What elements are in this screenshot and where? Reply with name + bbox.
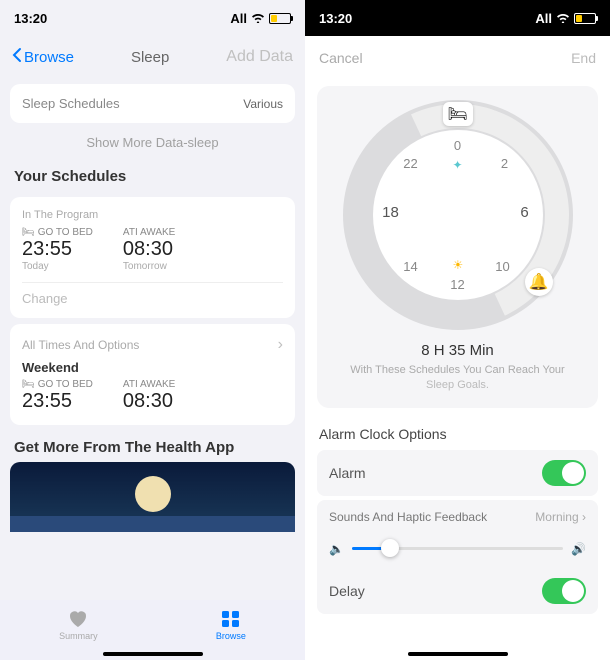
alarm-toggle[interactable] [542, 460, 586, 486]
wifi-icon [251, 11, 265, 26]
chevron-right-icon: › [278, 336, 283, 354]
delay-label: Delay [329, 583, 365, 599]
tab-bar: Summary Browse [0, 600, 305, 660]
night-icon: ✦ [453, 158, 463, 172]
home-indicator[interactable] [408, 652, 508, 656]
sounds-row[interactable]: Sounds And Haptic Feedback Morning › [317, 500, 598, 534]
program-label: In The Program [22, 209, 283, 221]
heart-icon [67, 609, 89, 629]
volume-slider[interactable] [352, 547, 563, 550]
weekend-schedule-card[interactable]: All Times And Options › Weekend 🛏GO TO B… [10, 324, 295, 425]
cancel-button[interactable]: Cancel [319, 50, 363, 66]
status-icons: All [230, 11, 291, 26]
tab-browse[interactable]: Browse [216, 609, 246, 641]
nav-title: Sleep [131, 49, 169, 66]
home-indicator[interactable] [103, 652, 203, 656]
weekend-label: Weekend [22, 360, 283, 375]
weekend-bed-time: 23:55 [22, 390, 93, 413]
health-section-title: Get More From The Health App [0, 431, 305, 462]
bed-icon: 🛏 [22, 379, 35, 390]
your-schedules-title: Your Schedules [0, 156, 305, 191]
delay-toggle[interactable] [542, 578, 586, 604]
back-button[interactable]: Browse [12, 47, 74, 67]
nav-bar: Browse Sleep Add Data [0, 36, 305, 78]
moon-icon [135, 476, 171, 512]
chevron-left-icon [12, 47, 22, 67]
chevron-right-icon: › [582, 510, 586, 524]
bed-icon: 🛏 [447, 104, 467, 124]
end-button[interactable]: End [571, 50, 596, 66]
sleep-clock-ring[interactable]: 0 2 6 10 12 14 18 22 ✦ ☀ 🛏 🔔 [343, 100, 573, 330]
right-screen: 13:20 All Cancel End 0 2 6 10 12 14 18 2… [305, 0, 610, 660]
left-screen: 13:20 All Browse Sleep Add Data Sleep Sc… [0, 0, 305, 660]
program-bed-day: Today [22, 261, 93, 272]
alarm-label: Alarm [329, 465, 366, 481]
program-bed-time: 23:55 [22, 238, 93, 261]
wake-label: ATI AWAKE [123, 227, 175, 238]
program-wake-time: 08:30 [123, 238, 175, 261]
sleep-schedules-card[interactable]: Sleep Schedules Various [10, 84, 295, 123]
alarm-options-title: Alarm Clock Options [305, 416, 610, 446]
sleep-schedules-label: Sleep Schedules [22, 96, 120, 111]
clock-card: 0 2 6 10 12 14 18 22 ✦ ☀ 🛏 🔔 8 H 35 Min … [317, 86, 598, 408]
back-label: Browse [24, 49, 74, 66]
status-time: 13:20 [14, 11, 47, 26]
status-bar-right: 13:20 All [305, 0, 610, 36]
carrier-label: All [230, 11, 247, 26]
status-bar-left: 13:20 All [0, 0, 305, 36]
sheet-header: Cancel End [305, 38, 610, 78]
sounds-label: Sounds And Haptic Feedback [329, 510, 487, 524]
program-schedule-card: In The Program 🛏GO TO BED 23:55 Today AT… [10, 197, 295, 318]
wake-handle[interactable]: 🔔 [525, 268, 553, 296]
add-data-button[interactable]: Add Data [226, 48, 293, 66]
bed-icon: 🛏 [22, 227, 35, 238]
bell-icon: 🔔 [529, 272, 549, 292]
speaker-high-icon: 🔊 [571, 542, 586, 556]
status-time: 13:20 [319, 11, 352, 26]
grid-icon [220, 609, 242, 629]
sleep-schedules-value: Various [243, 97, 283, 111]
delay-row: Delay [317, 568, 598, 614]
battery-icon [574, 13, 596, 24]
show-more-link[interactable]: Show More Data-sleep [0, 129, 305, 156]
bedtime-handle[interactable]: 🛏 [443, 102, 473, 126]
program-wake-day: Tomorrow [123, 261, 175, 272]
wifi-icon [556, 11, 570, 26]
weekend-wake-time: 08:30 [123, 390, 175, 413]
carrier-label: All [535, 11, 552, 26]
alarm-row: Alarm [317, 450, 598, 496]
health-promo-image[interactable] [10, 462, 295, 532]
speaker-low-icon: 🔈 [329, 542, 344, 556]
tab-summary[interactable]: Summary [59, 609, 98, 641]
battery-icon [269, 13, 291, 24]
duration-subtitle: With These Schedules You Can Reach Your … [331, 363, 584, 394]
wake-label: ATI AWAKE [123, 379, 175, 390]
change-button[interactable]: Change [22, 282, 283, 306]
all-times-label: All Times And Options [22, 338, 139, 352]
duration-label: 8 H 35 Min [331, 342, 584, 359]
status-icons: All [535, 11, 596, 26]
sun-icon: ☀ [453, 258, 464, 272]
volume-row: 🔈 🔊 [317, 534, 598, 568]
